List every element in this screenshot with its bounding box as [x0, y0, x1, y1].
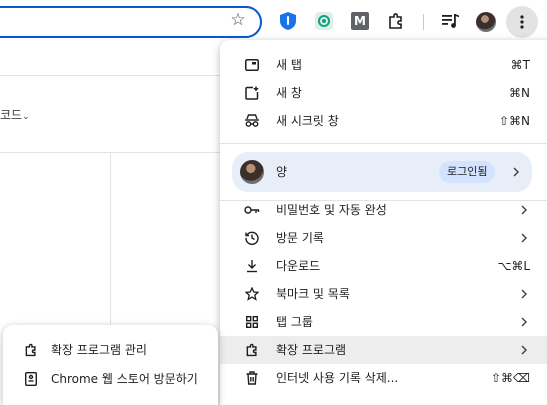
menu-item-label: 확장 프로그램: [276, 343, 347, 357]
chevron-down-icon: ⌄: [22, 112, 30, 122]
extensions-puzzle-icon: [244, 342, 260, 358]
key-icon: [244, 202, 260, 218]
chevron-right-icon: [521, 345, 528, 355]
page-snippet[interactable]: 코드⌄: [0, 106, 30, 123]
menu-item-passwords[interactable]: 비밀번호 및 자동 완성: [220, 196, 547, 224]
download-icon: [244, 258, 260, 274]
profile-card[interactable]: 양 로그인됨: [232, 152, 532, 192]
menu-item-label: 다운로드: [276, 259, 321, 273]
profile-avatar: [240, 160, 264, 184]
more-vert-icon: [520, 15, 524, 29]
menu-item-label: 방문 기록: [276, 231, 324, 245]
chevron-right-icon: [521, 205, 528, 215]
browser-toolbar: ☆ M: [0, 0, 547, 44]
menu-item-label: 새 탭: [276, 58, 302, 72]
menu-item-label: 새 시크릿 창: [276, 114, 339, 128]
chevron-right-icon: [513, 167, 520, 177]
m-extension-icon[interactable]: M: [350, 11, 370, 31]
profile-name: 양: [276, 165, 288, 179]
incognito-icon: [244, 113, 260, 129]
menu-item-shortcut: ⇧⌘⌫: [490, 371, 530, 385]
menu-item-history[interactable]: 방문 기록: [220, 224, 547, 252]
extensions-puzzle-icon[interactable]: [386, 11, 406, 31]
profile-avatar[interactable]: [476, 12, 496, 32]
menu-divider: [220, 143, 547, 144]
chrome-menu-button[interactable]: [506, 6, 538, 38]
address-bar[interactable]: [0, 6, 262, 38]
tab-groups-icon: [244, 314, 260, 330]
chrome-menu: 새 탭 ⌘T 새 창 ⌘N 새 시크릿 창 ⇧⌘N 양 로그인됨 비밀번호 및 …: [220, 40, 547, 405]
chatgpt-extension-icon[interactable]: [314, 11, 334, 31]
shield-extension-icon[interactable]: [278, 11, 298, 31]
menu-item-tab-groups[interactable]: 탭 그룹: [220, 308, 547, 336]
signin-status-badge: 로그인됨: [439, 161, 496, 183]
menu-item-clear-browsing-data[interactable]: 인터넷 사용 기록 삭제... ⇧⌘⌫: [220, 364, 547, 392]
history-icon: [244, 230, 260, 246]
chevron-right-icon: [521, 317, 528, 327]
menu-item-shortcut: ⌘N: [509, 86, 530, 100]
chevron-right-icon: [521, 289, 528, 299]
page-divider: [0, 75, 230, 76]
trash-icon: [244, 370, 260, 386]
page-divider: [0, 152, 230, 153]
submenu-item-manage-extensions[interactable]: 확장 프로그램 관리: [3, 336, 218, 364]
menu-item-downloads[interactable]: 다운로드 ⌥⌘L: [220, 252, 547, 280]
menu-item-shortcut: ⌥⌘L: [497, 259, 530, 273]
menu-item-bookmarks[interactable]: 북마크 및 목록: [220, 280, 547, 308]
extensions-submenu: 확장 프로그램 관리 Chrome 웹 스토어 방문하기: [3, 325, 218, 405]
chevron-right-icon: [521, 233, 528, 243]
submenu-item-web-store[interactable]: Chrome 웹 스토어 방문하기: [3, 365, 218, 393]
media-controls-icon[interactable]: [441, 11, 461, 31]
toolbar-separator: [423, 14, 424, 30]
submenu-item-label: 확장 프로그램 관리: [51, 343, 147, 357]
menu-item-label: 인터넷 사용 기록 삭제...: [276, 371, 399, 385]
web-store-icon: [23, 371, 39, 387]
menu-item-extensions[interactable]: 확장 프로그램: [220, 336, 547, 364]
menu-item-shortcut: ⌘T: [510, 58, 530, 72]
new-window-icon: [244, 85, 260, 101]
menu-item-label: 북마크 및 목록: [276, 287, 350, 301]
menu-item-label: 새 창: [276, 86, 302, 100]
menu-item-new-incognito[interactable]: 새 시크릿 창 ⇧⌘N: [220, 107, 547, 135]
submenu-item-label: Chrome 웹 스토어 방문하기: [51, 372, 198, 386]
menu-item-new-tab[interactable]: 새 탭 ⌘T: [220, 51, 547, 79]
bookmark-star-icon[interactable]: ☆: [228, 10, 248, 30]
menu-item-shortcut: ⇧⌘N: [498, 114, 530, 128]
extensions-puzzle-icon: [23, 342, 39, 358]
menu-item-label: 비밀번호 및 자동 완성: [276, 203, 387, 217]
menu-item-label: 탭 그룹: [276, 315, 313, 329]
menu-item-new-window[interactable]: 새 창 ⌘N: [220, 79, 547, 107]
new-tab-icon: [244, 57, 260, 73]
star-icon: [244, 286, 260, 302]
m-extension-label: M: [351, 12, 369, 30]
